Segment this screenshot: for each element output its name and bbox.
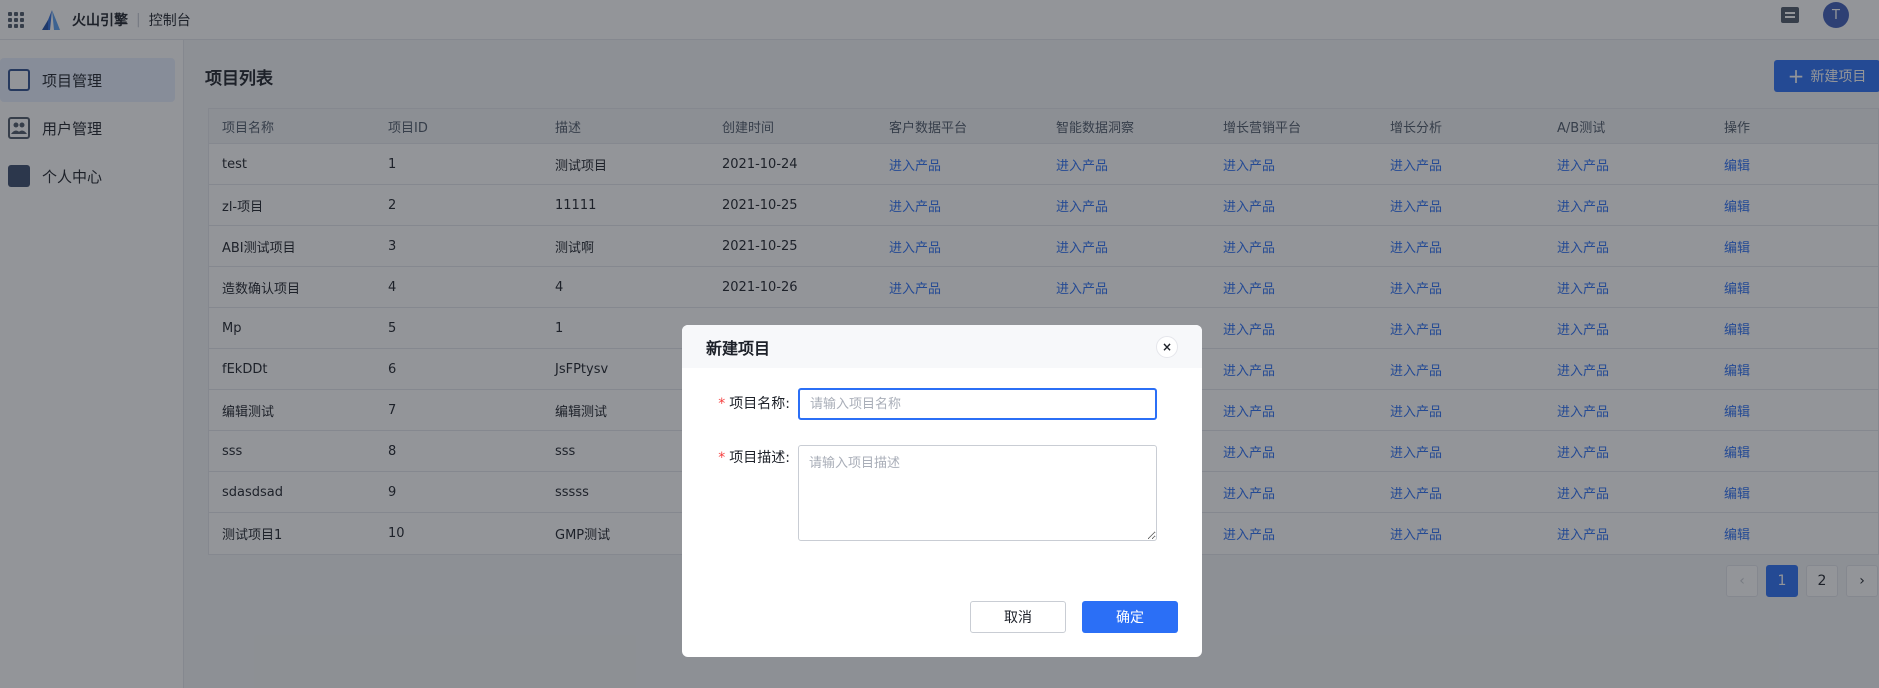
project-desc-label: * 项目描述:	[718, 445, 798, 471]
required-mark: *	[718, 396, 726, 412]
new-project-dialog: 新建项目 × *项目名称: *项目描述: 取消 确定	[682, 325, 1202, 657]
required-mark: *	[718, 450, 726, 466]
project-desc-label-text: 项目描述:	[729, 450, 790, 466]
cancel-button[interactable]: 取消	[970, 601, 1066, 633]
project-desc-row: * 项目描述:	[718, 445, 1157, 541]
close-icon[interactable]: ×	[1156, 336, 1178, 358]
project-desc-textarea[interactable]	[798, 445, 1157, 541]
project-name-label: * 项目名称:	[718, 388, 798, 420]
project-name-row: * 项目名称:	[718, 388, 1157, 420]
dialog-title: 新建项目	[706, 338, 771, 358]
project-name-label-text: 项目名称:	[729, 396, 790, 412]
project-name-input[interactable]	[798, 388, 1157, 420]
confirm-button[interactable]: 确定	[1082, 601, 1178, 633]
dialog-header: 新建项目 ×	[682, 325, 1202, 368]
